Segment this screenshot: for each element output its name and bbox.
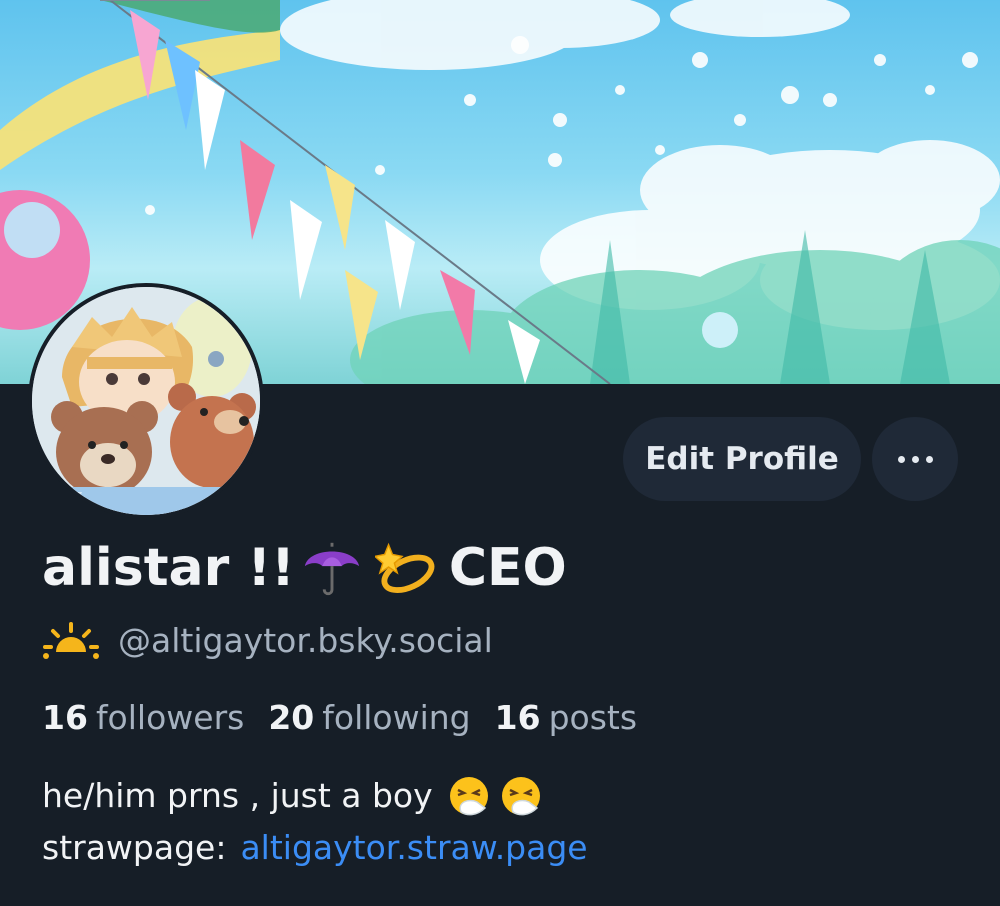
following-label: following [322, 697, 471, 737]
followers-stat[interactable]: 16 followers [42, 698, 244, 737]
display-name-text: alistar !! [42, 538, 295, 598]
posts-label: posts [548, 697, 638, 737]
edit-profile-button[interactable]: Edit Profile [623, 417, 861, 501]
bio-text: he/him prns , just a boy [42, 776, 433, 815]
posts-stat: 16 posts [495, 698, 637, 737]
followers-label: followers [95, 697, 245, 737]
handle-text: @altigaytor.bsky.social [118, 620, 493, 660]
bio-line-2: strawpage: altigaytor.straw.page [42, 822, 588, 874]
strawpage-link[interactable]: altigaytor.straw.page [240, 822, 587, 874]
followers-count: 16 [42, 697, 88, 737]
sneezing-face-emoji-icon [501, 777, 540, 816]
profile-page: Edit Profile alistar !! CEO @altigaytor.… [0, 0, 1000, 906]
following-stat[interactable]: 20 following [268, 698, 470, 737]
handle-row: @altigaytor.bsky.social [42, 614, 493, 666]
ellipsis-icon [894, 455, 936, 463]
display-name-suffix: CEO [448, 538, 567, 598]
profile-stats: 16 followers 20 following 16 posts [42, 692, 661, 742]
sunrise-icon [43, 622, 99, 659]
profile-bio: he/him prns , just a boy strawpage: alti… [42, 770, 588, 874]
dizzy-emoji-icon [374, 542, 435, 593]
following-count: 20 [268, 697, 315, 737]
umbrella-emoji-icon [304, 542, 359, 596]
display-name: alistar !! CEO [42, 530, 567, 606]
profile-avatar[interactable] [28, 283, 264, 519]
sneezing-face-emoji-icon [449, 777, 488, 816]
edit-profile-label: Edit Profile [645, 441, 839, 477]
posts-count: 16 [494, 697, 541, 737]
more-options-button[interactable] [872, 417, 958, 501]
bio-link-prefix: strawpage: [42, 828, 227, 867]
avatar-illustration [32, 287, 260, 515]
bio-line-1: he/him prns , just a boy [42, 770, 588, 822]
